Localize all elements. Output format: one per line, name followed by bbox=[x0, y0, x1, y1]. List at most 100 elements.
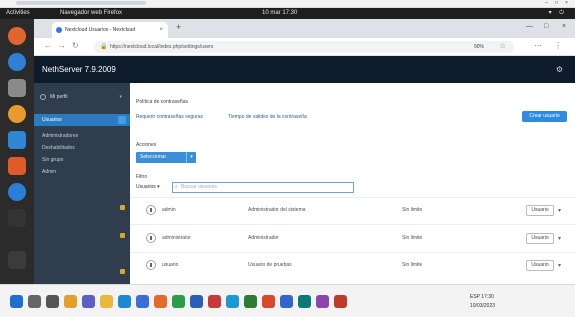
clock[interactable]: 10 mar 17:30 bbox=[262, 8, 297, 19]
account-menu[interactable]: Mi perfil ▾ bbox=[38, 91, 126, 103]
explorer-icon[interactable] bbox=[100, 295, 113, 308]
help-icon[interactable] bbox=[8, 183, 26, 201]
files-icon[interactable] bbox=[8, 79, 26, 97]
software-icon[interactable] bbox=[8, 157, 26, 175]
role-select[interactable]: Usuario bbox=[526, 233, 554, 244]
start-icon[interactable] bbox=[10, 295, 23, 308]
terminal-icon[interactable] bbox=[8, 209, 26, 227]
app-icon-g[interactable] bbox=[298, 295, 311, 308]
tab-title: Nextcloud Usuarios - Nextcloud bbox=[65, 27, 136, 33]
host-maximize-button[interactable]: □ bbox=[555, 1, 561, 6]
bookmark-star-icon[interactable]: ☆ bbox=[500, 41, 506, 53]
thunderbird-icon[interactable] bbox=[8, 53, 26, 71]
user-display-name: Usuario de pruebas bbox=[248, 262, 292, 268]
user-display-name: Administrador del sistema bbox=[248, 207, 306, 213]
table-row[interactable]: admin Administrador del sistema Sin limi… bbox=[130, 198, 575, 224]
filter-type-select[interactable]: Usuarios ▾ bbox=[136, 184, 160, 190]
edge-icon[interactable] bbox=[118, 295, 131, 308]
policy-link[interactable]: Requerir contraseñas seguras bbox=[136, 114, 203, 120]
row-menu-icon[interactable]: ▾ bbox=[558, 235, 561, 242]
host-title bbox=[16, 1, 146, 5]
chevron-down-icon[interactable]: ▾ bbox=[186, 152, 196, 163]
table-row[interactable]: administrator Administrador Sin limite U… bbox=[130, 226, 575, 252]
tray-date[interactable]: 10/03/2023 bbox=[470, 303, 495, 309]
status-dot bbox=[120, 233, 125, 238]
app-icon-h[interactable] bbox=[316, 295, 329, 308]
app-icon-d[interactable] bbox=[244, 295, 257, 308]
top-panel: Activities Navegador web Firefox 10 mar … bbox=[0, 8, 575, 19]
store-icon[interactable] bbox=[136, 295, 149, 308]
browser-close-button[interactable]: × bbox=[562, 23, 566, 30]
search-icon[interactable] bbox=[28, 295, 41, 308]
firefox-task-icon[interactable] bbox=[154, 295, 167, 308]
chat-icon[interactable] bbox=[82, 295, 95, 308]
app-sidebar: Mi perfil ▾ Usuarios Administradores Des… bbox=[34, 83, 130, 284]
forward-button[interactable]: → bbox=[58, 41, 66, 50]
sidebar-item-deshabilitados[interactable]: Deshabilitados bbox=[34, 142, 130, 154]
account-avatar-icon bbox=[40, 94, 46, 100]
reload-button[interactable]: ↻ bbox=[72, 41, 79, 50]
browser-tab[interactable]: Nextcloud Usuarios - Nextcloud × bbox=[52, 22, 168, 38]
chrome-icon[interactable] bbox=[172, 295, 185, 308]
sidebar-item-label: Admin bbox=[42, 169, 57, 175]
sidebar-item-usuarios[interactable]: Usuarios bbox=[34, 114, 130, 126]
app-icon-c[interactable] bbox=[226, 295, 239, 308]
host-minimize-button[interactable]: – bbox=[545, 1, 551, 6]
apps-grid-icon[interactable] bbox=[8, 251, 26, 269]
app-icon-b[interactable] bbox=[208, 295, 221, 308]
main-content: Política de contraseñas Requerir contras… bbox=[130, 83, 575, 284]
address-bar[interactable]: 🔒 https://nextcloud.local/index.php/sett… bbox=[94, 41, 514, 53]
browser-minimize-button[interactable]: — bbox=[526, 23, 533, 30]
sidebar-item-administradores[interactable]: Administradores bbox=[34, 130, 130, 142]
task-view-icon[interactable] bbox=[46, 295, 59, 308]
menu-icon[interactable]: ⋮ bbox=[554, 41, 562, 50]
table-row[interactable]: usuario Usuario de pruebas Sin limite Us… bbox=[130, 253, 575, 279]
app-icon-f[interactable] bbox=[280, 295, 293, 308]
tab-close-icon[interactable]: × bbox=[159, 22, 163, 38]
create-user-button[interactable]: Crear usuario bbox=[522, 111, 567, 122]
user-quota: Sin limite bbox=[402, 207, 423, 213]
back-button[interactable]: ← bbox=[44, 41, 52, 50]
app-icon-a[interactable] bbox=[190, 295, 203, 308]
activities-button[interactable]: Activities bbox=[6, 8, 30, 19]
user-id: administrator bbox=[162, 235, 191, 241]
new-tab-button[interactable]: + bbox=[176, 22, 181, 32]
zoom-indicator[interactable]: 90% bbox=[474, 41, 484, 53]
search-icon: ⌕ bbox=[175, 184, 178, 190]
role-select[interactable]: Usuario bbox=[526, 205, 554, 216]
widgets-icon[interactable] bbox=[64, 295, 77, 308]
account-label: Mi perfil bbox=[50, 94, 68, 100]
tab-favicon-icon bbox=[56, 27, 62, 33]
policy-link-expiry[interactable]: Tiempo de validez de la contraseña bbox=[228, 114, 307, 120]
lock-icon: 🔒 bbox=[100, 44, 108, 50]
row-menu-icon[interactable]: ▾ bbox=[558, 262, 561, 269]
user-avatar-icon bbox=[146, 260, 156, 270]
launcher-dock bbox=[0, 19, 34, 284]
app-icon-e[interactable] bbox=[262, 295, 275, 308]
app-menu[interactable]: Navegador web Firefox bbox=[60, 8, 122, 19]
select-button[interactable]: Seleccionar ▾ bbox=[136, 152, 196, 163]
browser-maximize-button[interactable]: □ bbox=[544, 23, 548, 30]
status-dot bbox=[120, 269, 125, 274]
sidebar-item-sin-grupo[interactable]: Sin grupo bbox=[34, 154, 130, 166]
row-menu-icon[interactable]: ▾ bbox=[558, 207, 561, 214]
actions-label: Acciones bbox=[136, 142, 157, 148]
section-title: Política de contraseñas bbox=[136, 99, 188, 105]
settings-gear-icon[interactable]: ⚙ bbox=[556, 56, 563, 83]
tray-clock[interactable]: ESP 17:30 bbox=[470, 294, 494, 300]
count-badge bbox=[118, 116, 126, 124]
extensions-icon[interactable]: ⋯ bbox=[534, 41, 542, 50]
user-avatar-icon bbox=[146, 233, 156, 243]
sidebar-item-admin[interactable]: Admin bbox=[34, 166, 130, 178]
role-select[interactable]: Usuario bbox=[526, 260, 554, 271]
host-close-button[interactable]: × bbox=[565, 1, 571, 6]
app-icon-i[interactable] bbox=[334, 295, 347, 308]
search-input[interactable]: ⌕ Buscar usuarios bbox=[172, 182, 354, 193]
rhythmbox-icon[interactable] bbox=[8, 105, 26, 123]
writer-icon[interactable] bbox=[8, 131, 26, 149]
system-tray[interactable]: ▾ ⏻ bbox=[549, 8, 567, 19]
browser-tab-bar: Nextcloud Usuarios - Nextcloud × + — □ × bbox=[34, 19, 575, 38]
firefox-icon[interactable] bbox=[8, 27, 26, 45]
user-quota: Sin limite bbox=[402, 235, 423, 241]
user-quota: Sin limite bbox=[402, 262, 423, 268]
